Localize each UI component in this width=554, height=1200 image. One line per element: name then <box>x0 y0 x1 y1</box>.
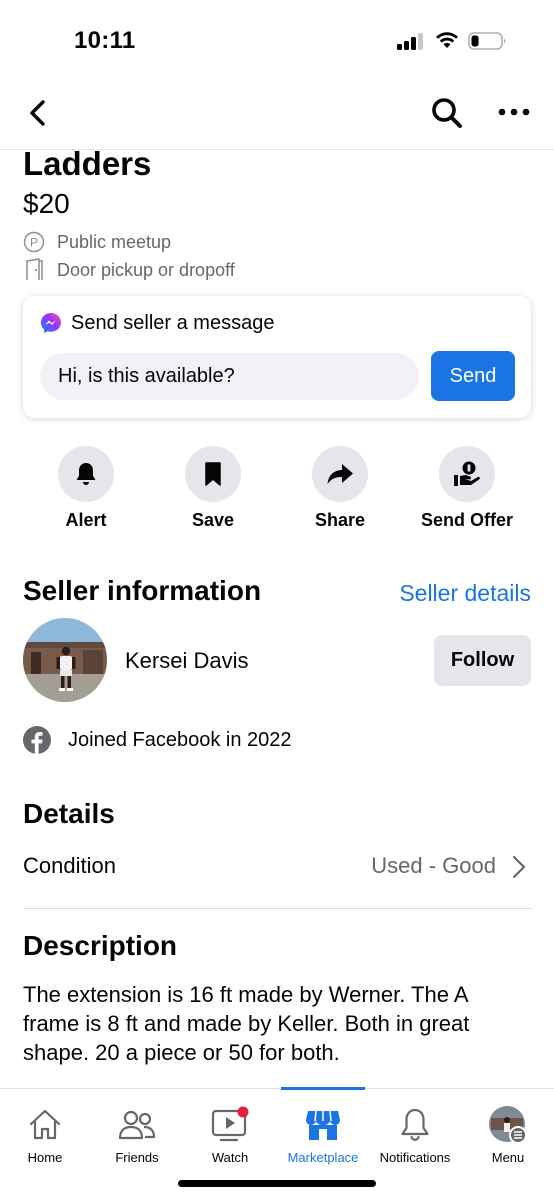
description-text: The extension is 16 ft made by Werner. T… <box>23 982 470 1065</box>
door-icon <box>23 258 45 281</box>
share-arrow-icon <box>312 446 368 502</box>
seller-avatar[interactable] <box>23 618 107 702</box>
wifi-icon <box>436 32 458 48</box>
action-label: Send Offer <box>420 510 513 530</box>
seller-name[interactable]: Kersei Davis <box>125 648 248 674</box>
seller-details-link[interactable]: Seller details <box>399 580 531 607</box>
condition-label: Condition <box>23 853 116 878</box>
listing-price: $20 <box>23 188 70 219</box>
top-nav-bar <box>0 80 554 150</box>
action-label: Save <box>191 510 235 530</box>
offer-hand-icon <box>439 446 495 502</box>
home-icon <box>0 1103 95 1147</box>
message-heading-row: Send seller a message <box>39 311 274 335</box>
parking-icon: P <box>23 231 45 253</box>
bell-icon <box>58 446 114 502</box>
status-time: 10:11 <box>74 27 136 54</box>
battery-icon <box>468 32 506 50</box>
send-message-card: Send seller a message Send <box>23 296 531 418</box>
tab-marketplace[interactable]: Marketplace <box>273 1089 373 1165</box>
send-offer-action[interactable]: Send Offer <box>407 446 527 531</box>
seller-section-title: Seller information <box>23 575 262 606</box>
share-action[interactable]: Share <box>280 446 400 531</box>
tab-watch[interactable]: Watch <box>180 1089 280 1165</box>
back-chevron-icon[interactable] <box>24 98 54 128</box>
tab-home[interactable]: Home <box>0 1089 95 1165</box>
joined-facebook-row: Joined Facebook in 2022 <box>23 726 292 754</box>
bookmark-icon <box>185 446 241 502</box>
action-label: Share <box>314 510 366 530</box>
joined-text: Joined Facebook in 2022 <box>68 728 292 751</box>
follow-button[interactable]: Follow <box>434 635 531 686</box>
alert-action[interactable]: Alert <box>26 446 146 531</box>
notifications-bell-icon <box>365 1103 465 1147</box>
search-icon[interactable] <box>430 96 464 130</box>
condition-value[interactable]: Used - Good <box>371 853 496 879</box>
friends-icon <box>87 1103 187 1147</box>
tab-label: Menu <box>491 1150 525 1165</box>
notification-badge <box>237 1106 249 1118</box>
svg-text:P: P <box>30 236 38 250</box>
menu-avatar-icon <box>458 1103 554 1147</box>
tab-menu[interactable]: Menu <box>458 1089 554 1165</box>
marketplace-icon <box>273 1103 373 1147</box>
tab-label: Friends <box>115 1150 159 1165</box>
meta-public-meetup: P Public meetup <box>23 231 171 253</box>
message-input[interactable] <box>40 353 419 400</box>
more-options-icon[interactable] <box>496 102 532 122</box>
meta-label: Door pickup or dropoff <box>57 259 235 280</box>
tab-notifications[interactable]: Notifications <box>365 1089 465 1165</box>
status-bar: 10:11 <box>0 0 554 80</box>
tab-label: Marketplace <box>287 1150 359 1165</box>
message-heading: Send seller a message <box>71 311 275 334</box>
home-indicator <box>178 1180 376 1187</box>
listing-actions: Alert Save Share Send Offer <box>0 446 554 536</box>
facebook-logo-icon <box>23 726 51 754</box>
listing-title: Ladders <box>23 145 152 182</box>
save-action[interactable]: Save <box>153 446 273 531</box>
messenger-icon <box>41 313 61 333</box>
tab-label: Home <box>27 1150 63 1165</box>
meta-door-pickup: Door pickup or dropoff <box>23 258 235 281</box>
send-button[interactable]: Send <box>431 351 515 401</box>
chevron-right-icon[interactable] <box>511 854 527 880</box>
watch-icon <box>180 1103 280 1147</box>
tab-label: Watch <box>211 1150 249 1165</box>
details-section-title: Details <box>23 798 115 829</box>
tab-friends[interactable]: Friends <box>87 1089 187 1165</box>
meta-label: Public meetup <box>57 231 172 252</box>
details-divider <box>23 908 531 909</box>
cellular-signal-icon <box>397 33 425 50</box>
description-section-title: Description <box>23 930 178 961</box>
tab-label: Notifications <box>379 1150 451 1165</box>
action-label: Alert <box>65 510 107 530</box>
